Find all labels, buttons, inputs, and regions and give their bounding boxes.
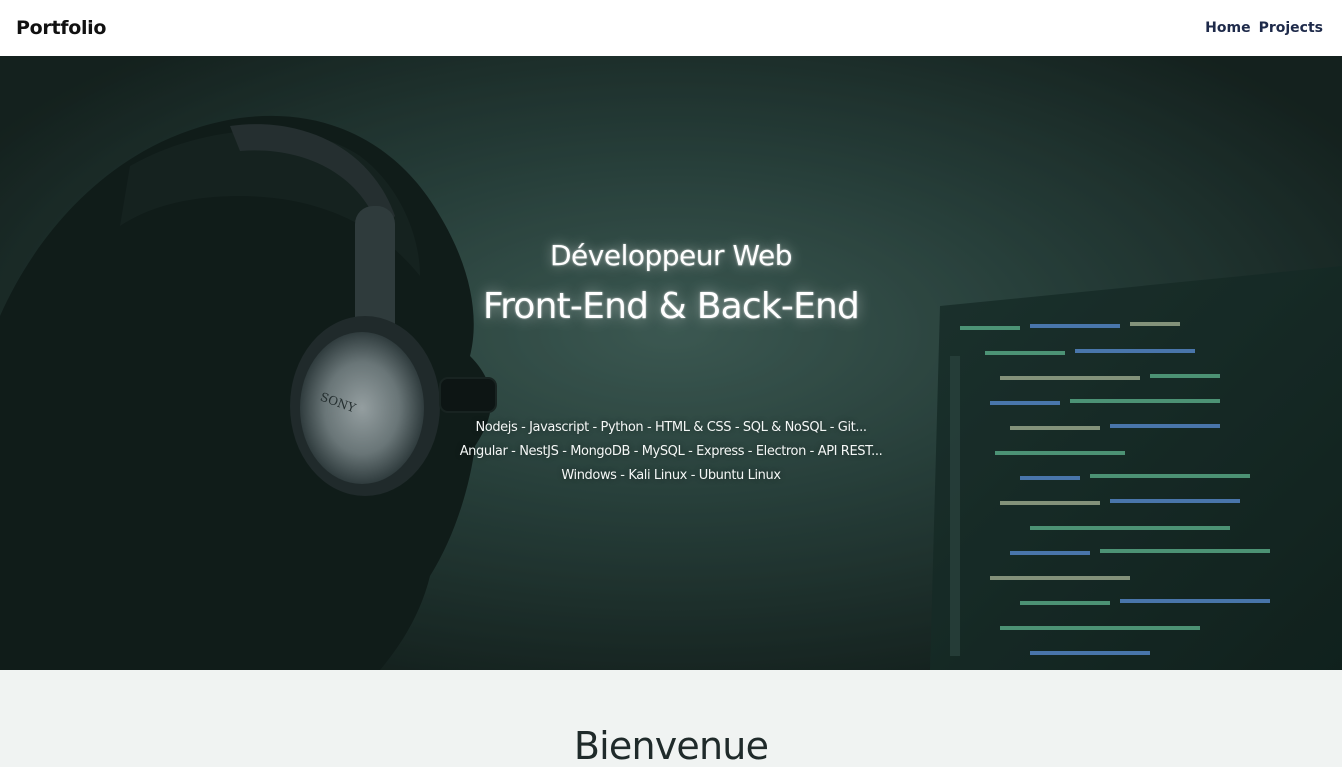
- skills-line-languages: Nodejs - Javascript - Python - HTML & CS…: [475, 420, 867, 435]
- hero-subtitle: Front-End & Back-End: [482, 286, 860, 327]
- hero-banner: SONY Développeur Web Front-End & Back-En…: [0, 56, 1342, 670]
- skills-list: Nodejs - Javascript - Python - HTML & CS…: [0, 416, 1342, 488]
- top-navbar: Portfolio Home Projects: [0, 0, 1342, 56]
- skills-line-os: Windows - Kali Linux - Ubuntu Linux: [561, 468, 781, 483]
- nav-links: Home Projects: [1205, 20, 1323, 36]
- nav-link-projects[interactable]: Projects: [1259, 20, 1323, 36]
- nav-link-home[interactable]: Home: [1205, 20, 1250, 36]
- section-title-bienvenue: Bienvenue: [573, 724, 769, 767]
- skills-line-frameworks: Angular - NestJS - MongoDB - MySQL - Exp…: [459, 444, 883, 459]
- brand-logo[interactable]: Portfolio: [16, 17, 106, 39]
- hero-title: Développeur Web: [550, 239, 792, 272]
- hero-content: Développeur Web Front-End & Back-End Nod…: [0, 56, 1342, 670]
